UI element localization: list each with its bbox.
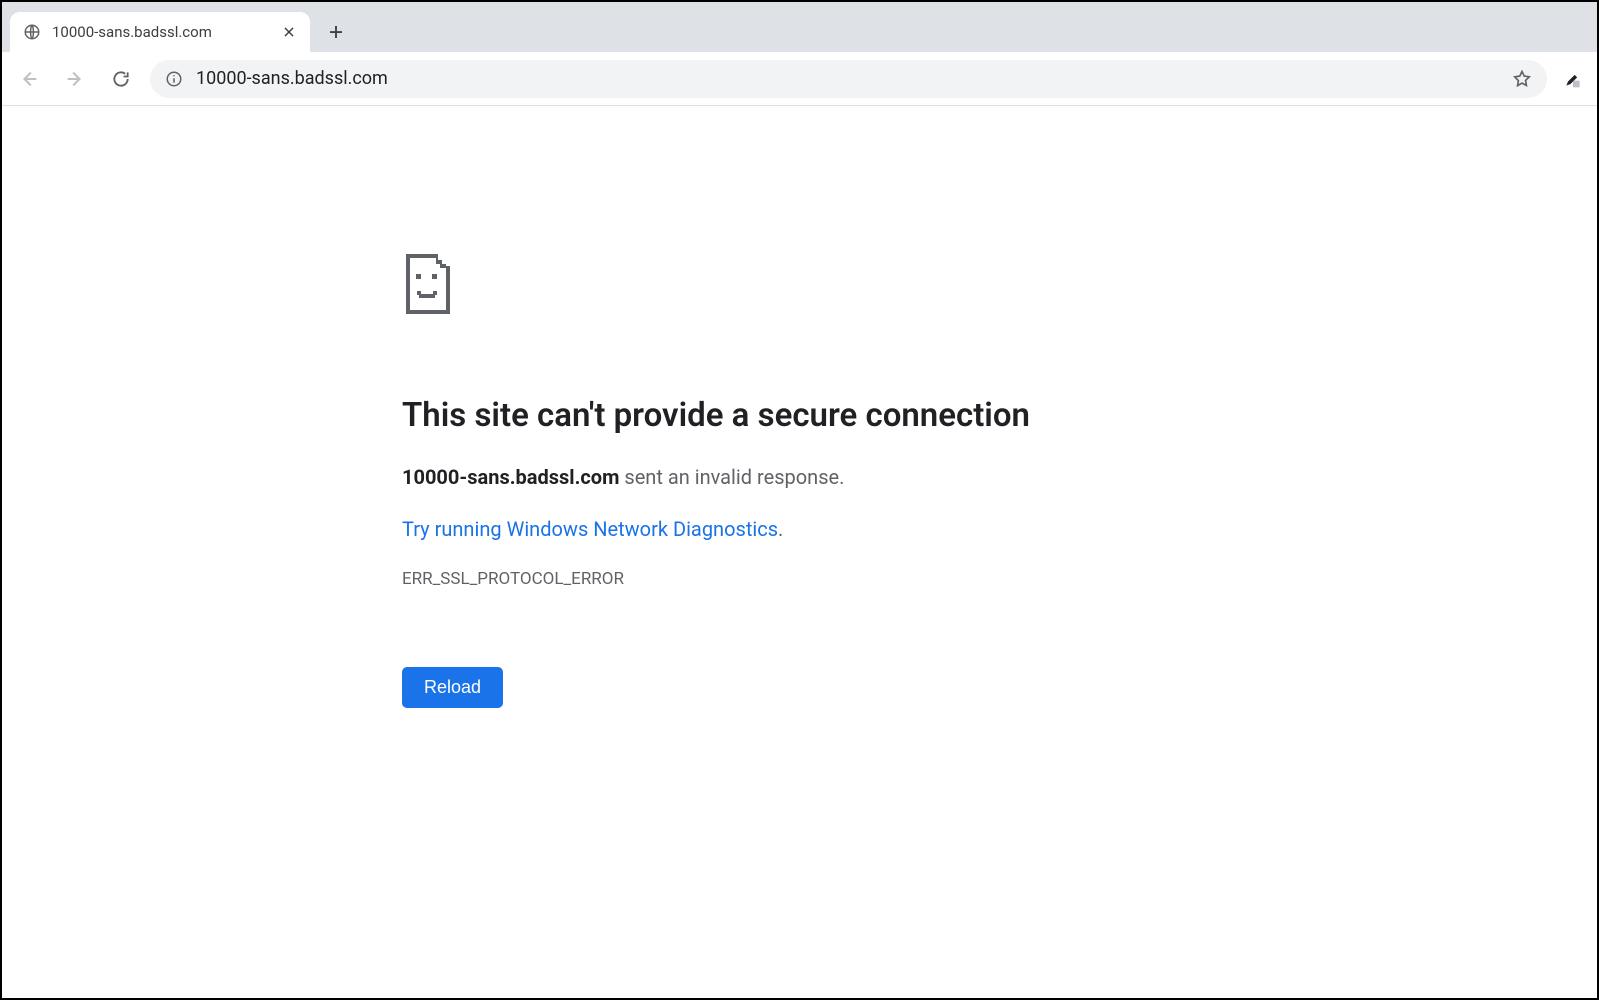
- error-title: This site can't provide a secure connect…: [402, 396, 1102, 435]
- site-info-icon[interactable]: [164, 69, 184, 89]
- tab-strip: 10000-sans.badssl.com: [2, 2, 1597, 52]
- browser-toolbar: 10000-sans.badssl.com: [2, 52, 1597, 106]
- close-tab-icon[interactable]: [280, 23, 298, 41]
- reload-nav-button[interactable]: [104, 62, 138, 96]
- diagnostics-link[interactable]: Try running Windows Network Diagnostics: [402, 517, 778, 541]
- diagnostics-period: .: [778, 517, 783, 541]
- forward-button[interactable]: [58, 62, 92, 96]
- reload-button[interactable]: Reload: [402, 667, 503, 708]
- eyedropper-extension-icon[interactable]: [1559, 65, 1587, 93]
- globe-icon: [22, 22, 42, 42]
- address-bar-url: 10000-sans.badssl.com: [196, 68, 1499, 89]
- address-bar[interactable]: 10000-sans.badssl.com: [150, 60, 1547, 98]
- error-code: ERR_SSL_PROTOCOL_ERROR: [402, 569, 1102, 589]
- error-container: This site can't provide a secure connect…: [402, 254, 1102, 708]
- error-host: 10000-sans.badssl.com: [402, 465, 619, 489]
- error-message-suffix: sent an invalid response.: [619, 465, 844, 489]
- error-message: 10000-sans.badssl.com sent an invalid re…: [402, 465, 1102, 489]
- browser-tab[interactable]: 10000-sans.badssl.com: [10, 12, 310, 52]
- back-button[interactable]: [12, 62, 46, 96]
- tab-title: 10000-sans.badssl.com: [52, 23, 270, 41]
- diagnostics-line: Try running Windows Network Diagnostics.: [402, 517, 1102, 541]
- new-tab-button[interactable]: [318, 14, 354, 50]
- bookmark-star-icon[interactable]: [1511, 68, 1533, 90]
- sad-page-icon: [402, 254, 1102, 318]
- page-content: This site can't provide a secure connect…: [2, 106, 1597, 998]
